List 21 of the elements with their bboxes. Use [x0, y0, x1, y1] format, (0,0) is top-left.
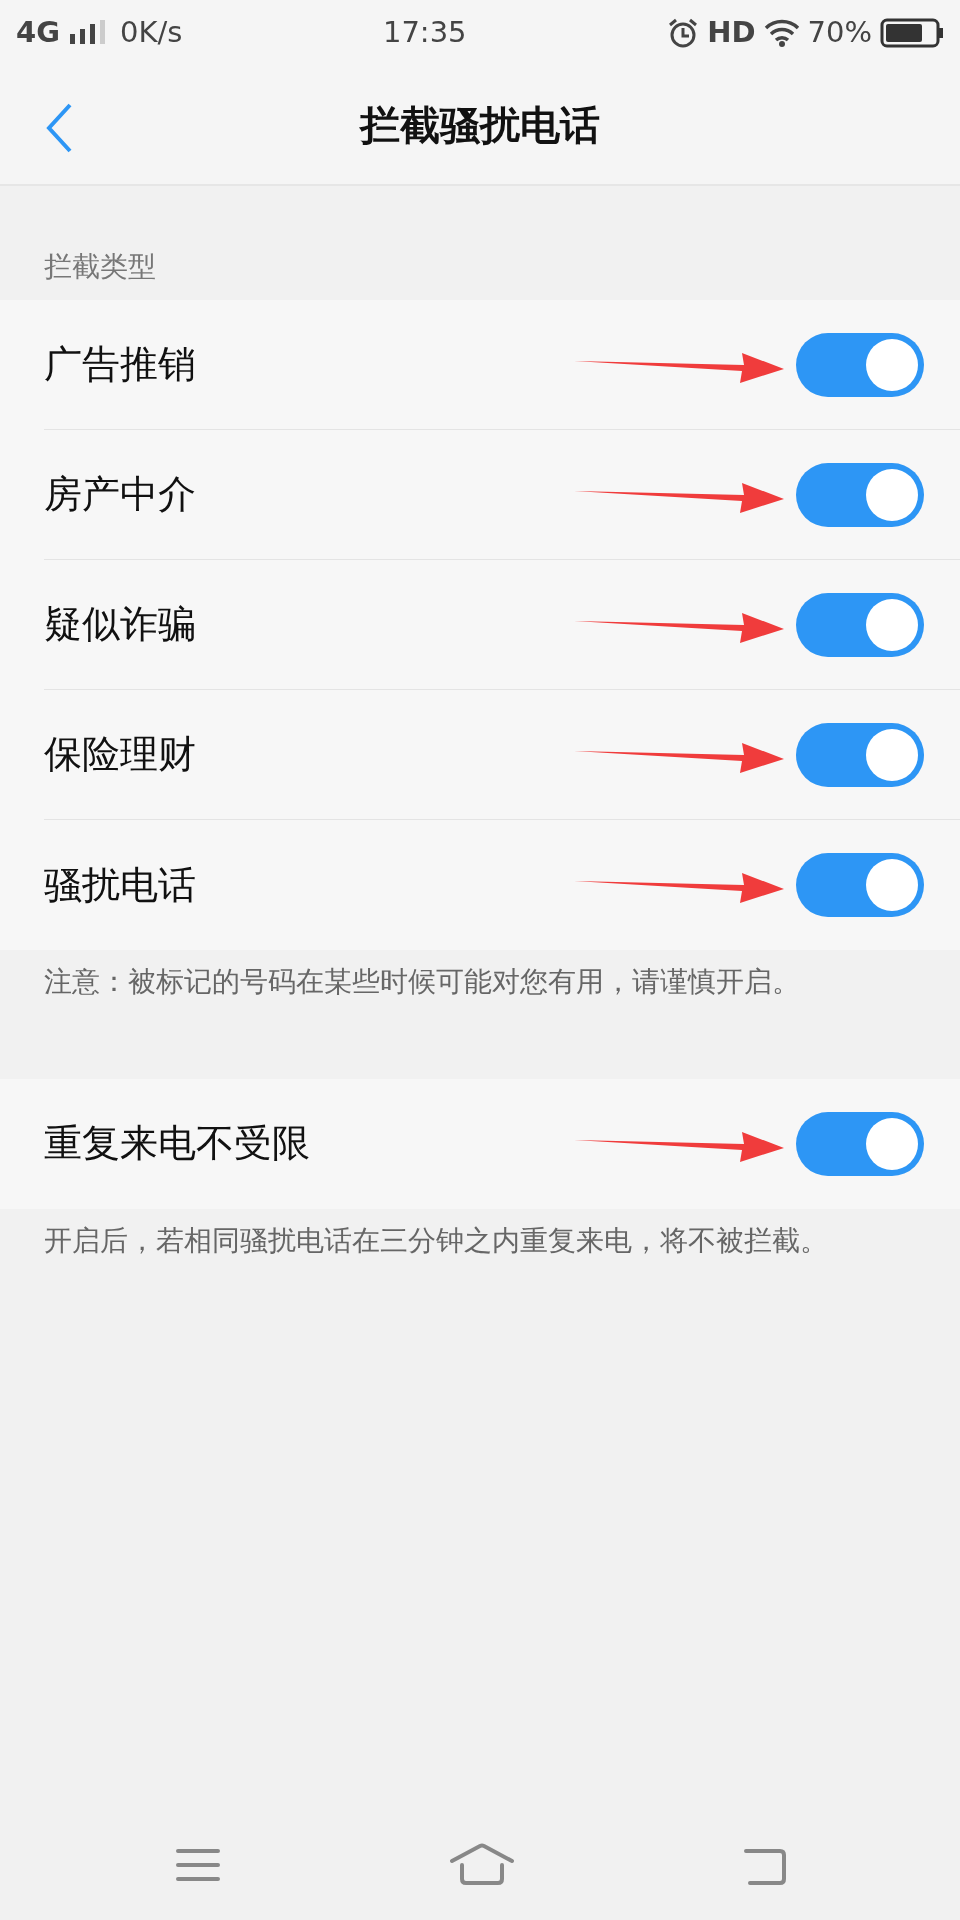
setting-label: 疑似诈骗: [44, 601, 197, 648]
note-text: 注意：被标记的号码在某些时候可能对您有用，请谨慎开启。: [43, 964, 801, 1000]
speed-label: 0K/s: [120, 14, 183, 52]
battery-icon: [880, 18, 944, 48]
alarm-icon: [667, 17, 700, 49]
setting-label: 房产中介: [44, 471, 197, 518]
section-label: 拦截类型: [43, 249, 157, 285]
setting-label: 广告推销: [44, 341, 197, 388]
network-label: 4G: [16, 14, 60, 52]
back-button[interactable]: [44, 102, 74, 154]
home-button[interactable]: [449, 1843, 515, 1887]
setting-label: 骚扰电话: [44, 861, 197, 909]
battery-label: 70%: [807, 14, 872, 52]
note-text: 开启后，若相同骚扰电话在三分钟之内重复来电，将不被拦截。: [43, 1222, 829, 1259]
time-label: 17:35: [382, 15, 467, 50]
hd-label: HD: [707, 14, 756, 52]
page-title: 拦截骚扰电话: [360, 101, 600, 150]
wifi-icon: [763, 19, 800, 47]
menu-button[interactable]: [173, 1847, 222, 1883]
setting-label: 重复来电不受限: [44, 1120, 311, 1168]
setting-label: 保险理财: [44, 731, 197, 778]
